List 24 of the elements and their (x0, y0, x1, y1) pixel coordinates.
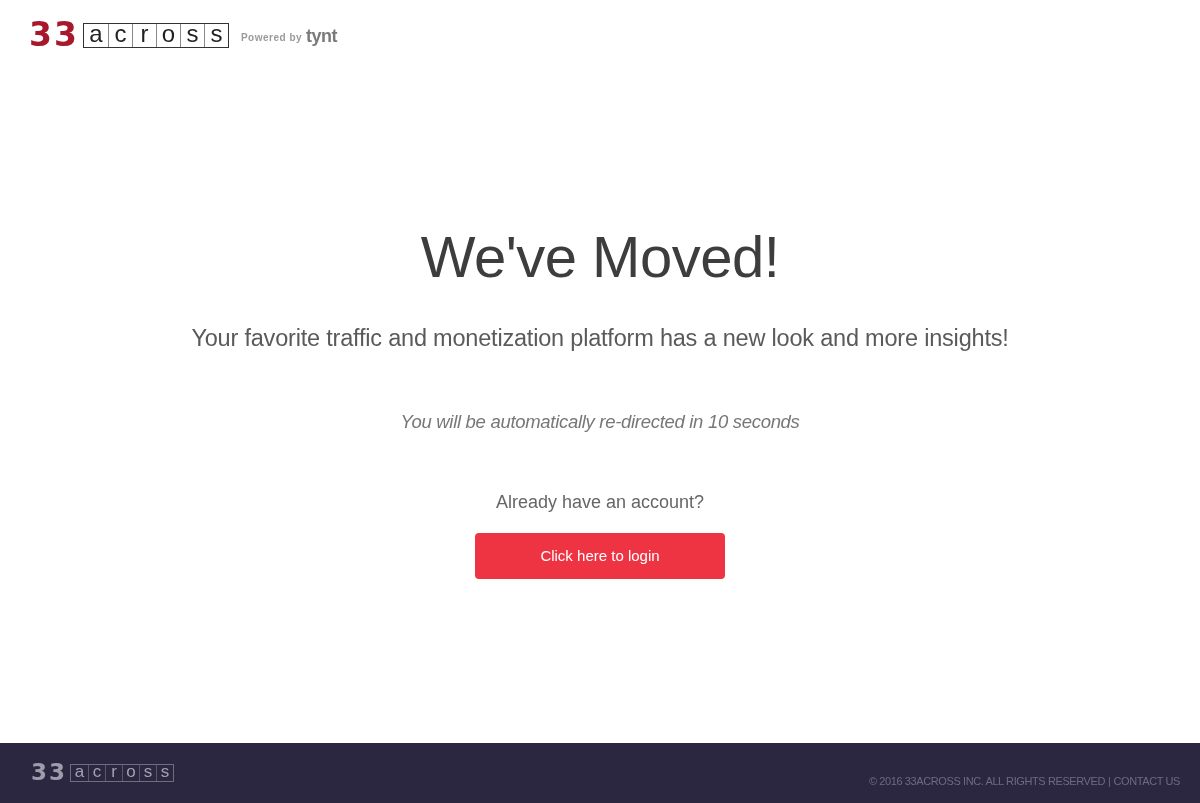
login-button[interactable]: Click here to login (475, 533, 725, 579)
redirect-notice: You will be automatically re-directed in 10 seconds (400, 410, 800, 434)
subtitle-text: Your favorite traffic and monetization platform has a new look and more insights! (191, 324, 1009, 353)
logo-letter: r (105, 764, 122, 781)
logo-letter: s (156, 764, 173, 781)
logo-letter: s (179, 23, 204, 47)
contact-link[interactable]: CONTACT US (1113, 775, 1180, 787)
page-title: We've Moved! (420, 224, 780, 290)
logo-letter: c (107, 23, 132, 47)
logo-letter: a (88, 23, 104, 47)
logo-letter: o (155, 23, 180, 47)
tynt-brand-name: tynt (306, 27, 338, 45)
account-prompt: Already have an account? (495, 491, 705, 514)
logo-letter: c (88, 764, 105, 781)
powered-by-label: Powered by (240, 33, 303, 43)
copyright-text: © 2016 33ACROSS INC. ALL RIGHTS RESERVED (869, 775, 1106, 787)
logo-number: 33 (29, 23, 79, 47)
separator-text: | (1108, 775, 1111, 787)
logo-letter: a (73, 764, 86, 781)
logo-number: 33 (31, 764, 67, 781)
logo-letter: o (122, 764, 139, 781)
logo-letter: s (139, 764, 156, 781)
logo-letter: r (131, 23, 156, 47)
logo-letter: s (203, 23, 228, 47)
